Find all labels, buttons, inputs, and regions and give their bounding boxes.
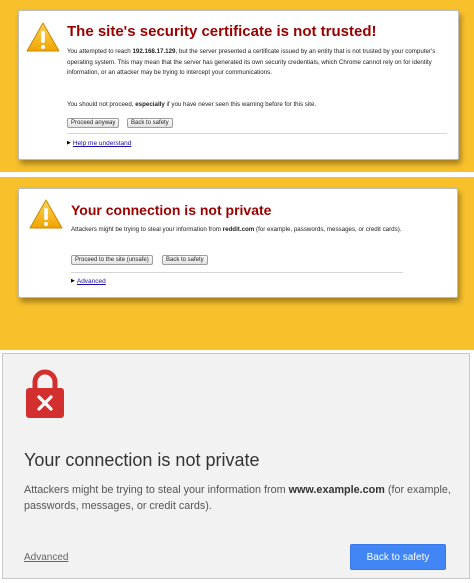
- connection-warning-card: Your connection is not private Attackers…: [18, 188, 458, 298]
- triangle-right-icon: ▶: [71, 278, 75, 284]
- warning-description: Attackers might be trying to steal your …: [71, 225, 416, 236]
- description-text: (for example, passwords, messages, or cr…: [254, 226, 402, 233]
- triangle-right-icon: ▶: [67, 140, 71, 146]
- advice-emphasis: especially: [135, 101, 165, 108]
- proceed-unsafe-button[interactable]: Proceed to the site (unsafe): [71, 255, 153, 265]
- host-address: www.example.com: [288, 484, 385, 496]
- back-to-safety-button[interactable]: Back to safety: [350, 544, 446, 570]
- advice-text: if you have never seen this warning befo…: [164, 101, 317, 108]
- lock-x-icon: [26, 369, 64, 418]
- page-title: Your connection is not private: [24, 450, 260, 470]
- proceed-advice: You should not proceed, especially if yo…: [67, 100, 451, 111]
- certificate-warning-card: The site's security certificate is not t…: [18, 10, 459, 160]
- back-to-safety-button[interactable]: Back to safety: [127, 118, 173, 128]
- divider: [71, 272, 403, 273]
- warning-description: You attempted to reach 192.168.17.129, b…: [67, 47, 451, 79]
- warning-triangle-icon: [29, 199, 63, 229]
- modern-interstitial-panel: Your connection is not private Attackers…: [2, 353, 470, 579]
- host-address: 192.168.17.129: [132, 48, 176, 55]
- description-text: You attempted to reach: [67, 48, 133, 55]
- advice-text: You should not proceed,: [67, 101, 136, 108]
- advanced-row: ▶ Advanced: [71, 278, 106, 285]
- description-text: Attackers might be trying to steal your …: [24, 484, 289, 496]
- advanced-link[interactable]: Advanced: [24, 552, 68, 563]
- proceed-anyway-button[interactable]: Proceed anyway: [67, 118, 120, 128]
- advanced-link[interactable]: Advanced: [77, 278, 106, 285]
- help-row: ▶ Help me understand: [67, 140, 131, 147]
- warning-description: Attackers might be trying to steal your …: [24, 482, 454, 514]
- host-address: reddit.com: [222, 226, 255, 233]
- warning-triangle-icon: [26, 22, 60, 52]
- divider: [67, 133, 447, 134]
- page-title: Your connection is not private: [71, 202, 272, 218]
- description-text: Attackers might be trying to steal your …: [71, 226, 223, 233]
- back-to-safety-button[interactable]: Back to safety: [162, 255, 208, 265]
- help-me-understand-link[interactable]: Help me understand: [73, 140, 132, 147]
- page-title: The site's security certificate is not t…: [67, 23, 377, 40]
